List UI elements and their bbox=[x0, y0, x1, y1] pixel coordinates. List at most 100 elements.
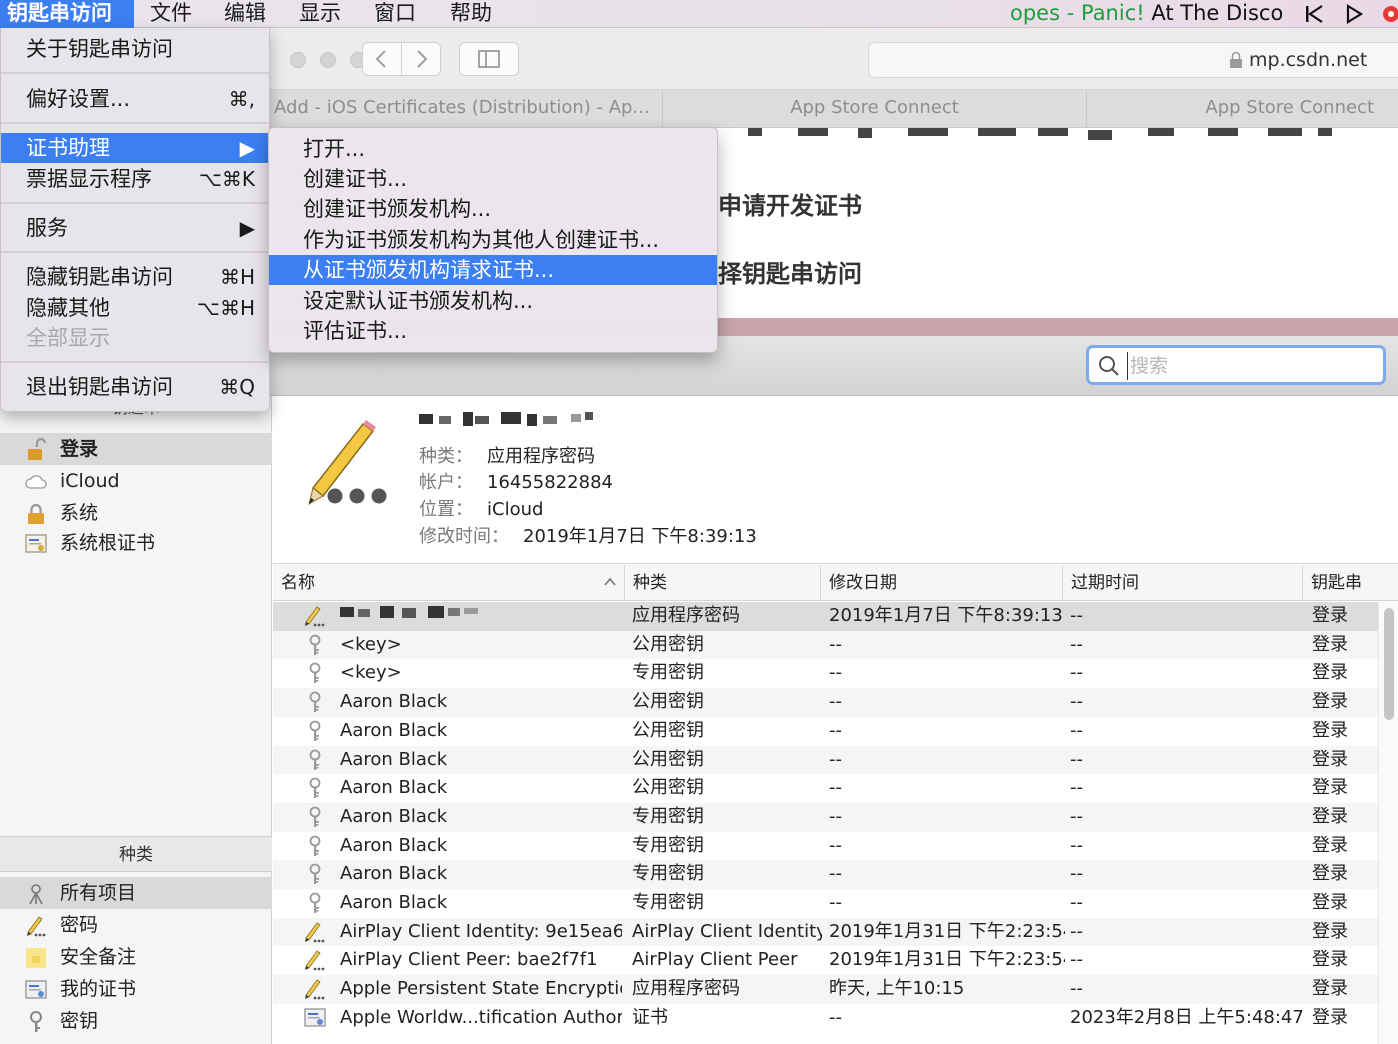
key-icon bbox=[309, 634, 321, 655]
column-header-label: 过期时间 bbox=[1071, 573, 1139, 593]
cell-kind: 专用密钥 bbox=[632, 834, 704, 856]
category-header: 种类 bbox=[0, 836, 272, 872]
vertical-scrollbar[interactable] bbox=[1378, 602, 1398, 1044]
sidebar-item-label: iCloud bbox=[60, 470, 120, 492]
sidebar-item-label: 登录 bbox=[60, 438, 99, 460]
browser-tab[interactable]: App Store Connect bbox=[662, 90, 1086, 128]
menu-item-label: 创建证书颁发机构... bbox=[303, 197, 492, 221]
table-row[interactable]: Aaron Black 专用密钥 -- -- 登录 bbox=[273, 832, 1378, 861]
submenu-arrow-icon: ▶ bbox=[239, 216, 255, 240]
key-icon bbox=[309, 777, 321, 799]
column-header-keychain[interactable]: 钥匙串 bbox=[1303, 565, 1398, 601]
table-row[interactable]: Aaron Black 专用密钥 -- -- 登录 bbox=[273, 860, 1378, 889]
table-row[interactable]: Aaron Black 专用密钥 -- -- 登录 bbox=[273, 802, 1378, 832]
cell-name: Aaron Black bbox=[340, 719, 448, 741]
menubar-extra-icon[interactable] bbox=[1380, 2, 1398, 26]
table-row[interactable]: Apple Persistent State Encryption 应用程序密码 昨… bbox=[273, 975, 1378, 1004]
menu-item-label: 关于钥匙串访问 bbox=[26, 37, 173, 61]
sidebar-item-system-roots[interactable]: 系统根证书 bbox=[0, 527, 272, 559]
column-header-label: 名称 bbox=[281, 573, 315, 593]
menu-item-label: 退出钥匙串访问 bbox=[26, 375, 173, 399]
previous-track-icon[interactable] bbox=[1302, 2, 1326, 26]
table-row[interactable]: Aaron Black 公用密钥 -- -- 登录 bbox=[273, 774, 1378, 803]
forward-button[interactable] bbox=[401, 42, 441, 76]
cell-kind: 应用程序密码 bbox=[632, 978, 740, 1000]
cell-kind: 公用密钥 bbox=[632, 691, 704, 713]
cell-date-modified: -- bbox=[829, 805, 842, 827]
menu-item-ticket-viewer[interactable]: 票据显示程序 ⌥⌘K bbox=[1, 164, 269, 194]
sidebar-item-login[interactable]: 登录 bbox=[0, 433, 272, 465]
menu-item-services[interactable]: 服务 ▶ bbox=[1, 213, 269, 243]
browser-tab[interactable]: App Store Connect bbox=[1086, 90, 1398, 128]
table-row[interactable]: Aaron Black 公用密钥 -- -- 登录 bbox=[273, 717, 1378, 746]
menu-item-quit[interactable]: 退出钥匙串访问 ⌘Q bbox=[1, 372, 269, 402]
scrollbar-thumb[interactable] bbox=[1384, 608, 1394, 720]
chevron-left-icon bbox=[375, 50, 386, 68]
submenu-item-create-certificate[interactable]: 创建证书... bbox=[269, 164, 717, 194]
cell-name: Apple Persistent State Encryption bbox=[340, 978, 622, 1000]
table-row[interactable]: AirPlay Client Identity: 9e15ea69 AirPlay… bbox=[273, 917, 1378, 947]
cell-date-modified: 2019年1月31日 下午2:23:54 bbox=[829, 920, 1065, 942]
sidebar-item-icloud[interactable]: iCloud bbox=[0, 465, 272, 497]
sidebar-item-system[interactable]: 系统 bbox=[0, 497, 272, 529]
submenu-item-set-default-ca[interactable]: 设定默认证书颁发机构... bbox=[269, 286, 717, 316]
page-text-line: 择钥匙串访问 bbox=[718, 260, 862, 288]
sidebar-item-all-items[interactable]: 所有项目 bbox=[0, 877, 272, 909]
table-row[interactable]: 应用程序密码 2019年1月7日 下午8:39:13 -- 登录 bbox=[273, 602, 1378, 631]
column-header-expires[interactable]: 过期时间 bbox=[1063, 565, 1303, 601]
table-row[interactable]: AirPlay Client Peer: bae2f7f1 AirPlay Cli… bbox=[273, 946, 1378, 975]
chevron-right-icon bbox=[417, 50, 428, 68]
submenu-item-evaluate[interactable]: 评估证书... bbox=[269, 316, 717, 346]
cell-date-modified: -- bbox=[829, 1006, 842, 1028]
cell-name: Aaron Black bbox=[340, 892, 448, 913]
menu-item-hide-others[interactable]: 隐藏其他 ⌥⌘H bbox=[1, 293, 269, 323]
submenu-item-request-from-ca[interactable]: 从证书颁发机构请求证书... bbox=[269, 255, 717, 285]
sidebar-item-label: 密码 bbox=[60, 914, 99, 936]
submenu-item-open[interactable]: 打开... bbox=[269, 134, 717, 164]
sidebar-toggle-button[interactable] bbox=[459, 42, 519, 76]
sidebar-item-keys[interactable]: 密钥 bbox=[0, 1005, 272, 1037]
table-row[interactable]: Apple Worldw...tification Authority 证书 -- 2… bbox=[273, 1004, 1378, 1033]
address-bar[interactable]: mp.csdn.net bbox=[868, 42, 1398, 78]
certificate-icon bbox=[304, 1008, 326, 1027]
cell-expires: -- bbox=[1070, 920, 1083, 942]
cell-keychain: 登录 bbox=[1312, 719, 1348, 741]
menu-edit[interactable]: 编辑 bbox=[224, 0, 266, 28]
minimize-window-button[interactable] bbox=[320, 52, 336, 68]
menu-item-preferences[interactable]: 偏好设置... ⌘, bbox=[1, 84, 269, 114]
menu-item-label: 隐藏其他 bbox=[26, 296, 110, 320]
browser-tab[interactable]: Add - iOS Certificates (Distribution) - … bbox=[268, 90, 662, 128]
menu-app[interactable]: 钥匙串访问 bbox=[0, 0, 134, 28]
column-header-kind[interactable]: 种类 bbox=[625, 565, 821, 601]
menu-item-shortcut: ⌘Q bbox=[219, 375, 255, 399]
submenu-item-create-for-others[interactable]: 作为证书颁发机构为其他人创建证书... bbox=[269, 225, 717, 255]
table-header: 名称 种类 修改日期 过期时间 钥匙串 bbox=[273, 565, 1398, 601]
menu-item-about[interactable]: 关于钥匙串访问 bbox=[1, 34, 269, 64]
column-header-name[interactable]: 名称 bbox=[273, 565, 625, 601]
back-button[interactable] bbox=[362, 42, 402, 76]
play-icon[interactable] bbox=[1342, 2, 1366, 26]
column-header-date-modified[interactable]: 修改日期 bbox=[821, 565, 1063, 601]
close-window-button[interactable] bbox=[290, 52, 306, 68]
table-row[interactable]: <key> 专用密钥 -- -- 登录 bbox=[273, 659, 1378, 688]
table-row[interactable]: Aaron Black 公用密钥 -- -- 登录 bbox=[273, 688, 1378, 717]
password-icon bbox=[305, 606, 325, 627]
submenu-item-create-ca[interactable]: 创建证书颁发机构... bbox=[269, 194, 717, 224]
menu-view[interactable]: 显示 bbox=[299, 0, 341, 28]
menu-file[interactable]: 文件 bbox=[150, 0, 192, 28]
table-row[interactable]: <key> 公用密钥 -- -- 登录 bbox=[273, 630, 1378, 660]
menu-item-hide-app[interactable]: 隐藏钥匙串访问 ⌘H bbox=[1, 262, 269, 292]
menu-help[interactable]: 帮助 bbox=[450, 0, 492, 28]
menu-window[interactable]: 窗口 bbox=[374, 0, 416, 28]
table-row[interactable]: Aaron Black 专用密钥 -- -- 登录 bbox=[273, 889, 1378, 918]
sidebar-item-secure-notes[interactable]: 安全备注 bbox=[0, 941, 272, 973]
cell-date-modified: 2019年1月31日 下午2:23:54 bbox=[829, 949, 1065, 971]
search-input[interactable] bbox=[1127, 352, 1367, 380]
table-row[interactable]: Aaron Black 公用密钥 -- -- 登录 bbox=[273, 745, 1378, 775]
menu-item-certificate-assistant[interactable]: 证书助理 ▶ bbox=[1, 133, 269, 163]
cell-date-modified: -- bbox=[829, 748, 842, 770]
search-field[interactable] bbox=[1086, 345, 1386, 385]
sidebar-item-passwords[interactable]: 密码 bbox=[0, 909, 272, 941]
sidebar-item-my-certificates[interactable]: 我的证书 bbox=[0, 973, 272, 1005]
cell-name: Aaron Black bbox=[340, 805, 448, 827]
